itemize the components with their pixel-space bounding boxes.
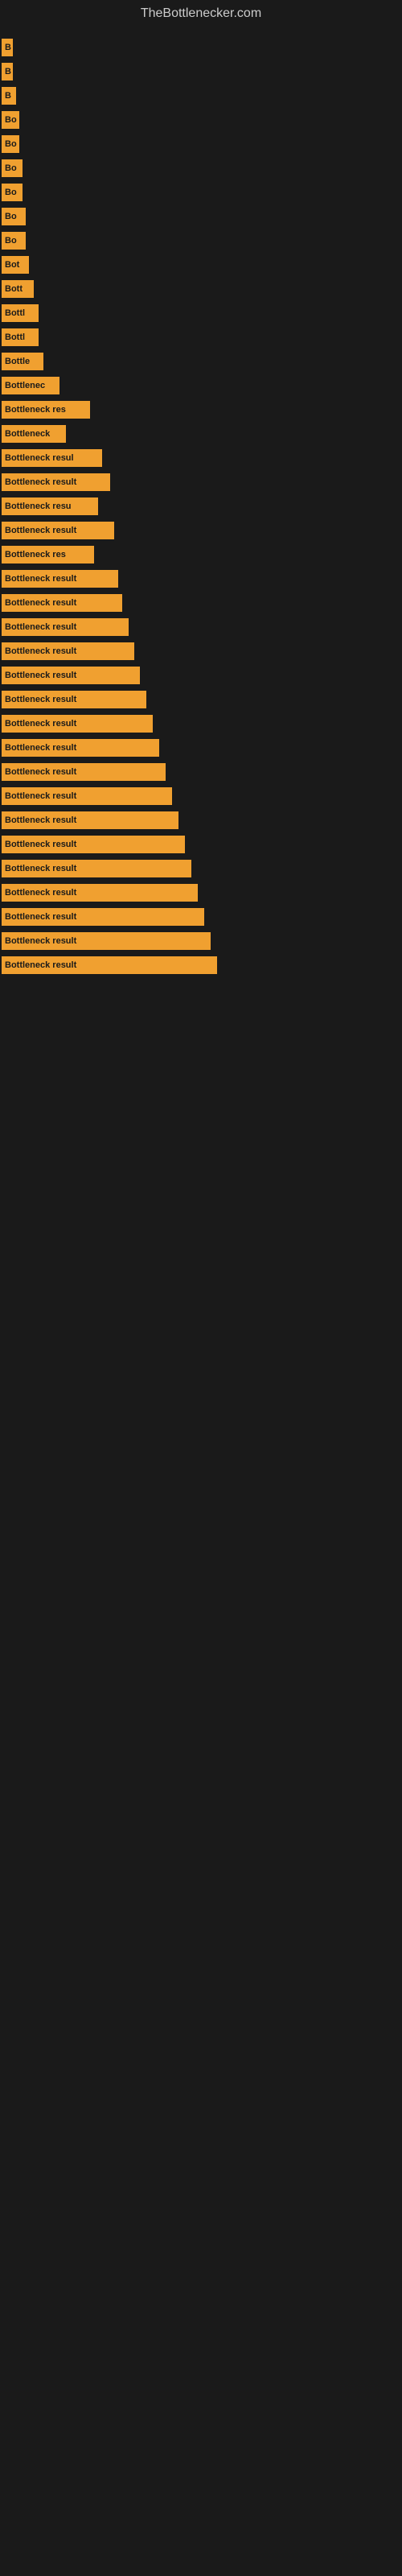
result-bar: Bottleneck result [2, 956, 217, 974]
bar-row: Bottleneck result [0, 905, 402, 929]
result-bar: Bottleneck res [2, 401, 90, 419]
result-bar: Bottleneck result [2, 836, 185, 853]
bar-row: Bot [0, 253, 402, 277]
bar-row: Bottleneck res [0, 543, 402, 567]
result-bar: B [2, 63, 13, 80]
result-bar: Bottleneck [2, 425, 66, 443]
bar-row: Bottleneck [0, 422, 402, 446]
result-bar: Bottle [2, 353, 43, 370]
bar-row: Bottleneck resul [0, 446, 402, 470]
result-bar: Bottleneck result [2, 594, 122, 612]
result-bar: Bottleneck result [2, 787, 172, 805]
result-bar: Bo [2, 208, 26, 225]
bar-row: Bottleneck result [0, 567, 402, 591]
bar-row: Bottleneck result [0, 929, 402, 953]
bar-row: Bo [0, 180, 402, 204]
bar-row: Bottleneck result [0, 712, 402, 736]
bar-row: Bottleneck res [0, 398, 402, 422]
bar-row: Bottleneck result [0, 857, 402, 881]
result-bar: Bo [2, 159, 23, 177]
bar-row: Bottleneck result [0, 663, 402, 687]
bar-row: Bottleneck result [0, 832, 402, 857]
result-bar: Bottleneck result [2, 908, 204, 926]
bar-row: Bottl [0, 325, 402, 349]
result-bar: Bottleneck resu [2, 497, 98, 515]
result-bar: B [2, 39, 13, 56]
bar-row: Bottleneck result [0, 784, 402, 808]
bar-row: Bottleneck result [0, 687, 402, 712]
result-bar: Bottleneck result [2, 811, 178, 829]
bar-row: B [0, 84, 402, 108]
bar-row: Bottleneck result [0, 470, 402, 494]
bar-row: Bo [0, 156, 402, 180]
bar-row: B [0, 35, 402, 60]
result-bar: Bo [2, 184, 23, 201]
bar-row: Bottleneck result [0, 953, 402, 977]
result-bar: Bottleneck result [2, 884, 198, 902]
result-bar: Bottleneck result [2, 691, 146, 708]
bar-row: Bottl [0, 301, 402, 325]
result-bar: Bottleneck resul [2, 449, 102, 467]
bar-row: Bottle [0, 349, 402, 374]
result-bar: Bottleneck result [2, 715, 153, 733]
result-bar: Bot [2, 256, 29, 274]
result-bar: Bottleneck result [2, 473, 110, 491]
bar-row: Bottleneck result [0, 518, 402, 543]
bar-row: Bottleneck result [0, 615, 402, 639]
bar-row: Bottleneck result [0, 591, 402, 615]
result-bar: Bo [2, 135, 19, 153]
result-bar: Bottleneck result [2, 763, 166, 781]
result-bar: Bo [2, 232, 26, 250]
result-bar: Bottleneck result [2, 739, 159, 757]
bar-row: Bottleneck result [0, 639, 402, 663]
bar-row: Bott [0, 277, 402, 301]
bar-row: Bo [0, 132, 402, 156]
bar-row: Bo [0, 229, 402, 253]
bar-row: Bottleneck result [0, 760, 402, 784]
result-bar: Bott [2, 280, 34, 298]
bar-row: Bo [0, 108, 402, 132]
result-bar: B [2, 87, 16, 105]
bar-row: Bottleneck result [0, 808, 402, 832]
result-bar: Bottleneck result [2, 860, 191, 877]
result-bar: Bottleneck result [2, 642, 134, 660]
bar-row: Bo [0, 204, 402, 229]
result-bar: Bottleneck result [2, 667, 140, 684]
result-bar: Bo [2, 111, 19, 129]
result-bar: Bottleneck result [2, 618, 129, 636]
result-bar: Bottleneck res [2, 546, 94, 564]
result-bar: Bottl [2, 328, 39, 346]
bars-container: BBBBoBoBoBoBoBoBotBottBottlBottlBottleBo… [0, 27, 402, 985]
bar-row: Bottleneck result [0, 881, 402, 905]
result-bar: Bottleneck result [2, 522, 114, 539]
result-bar: Bottlenec [2, 377, 59, 394]
result-bar: Bottleneck result [2, 570, 118, 588]
bar-row: Bottleneck result [0, 736, 402, 760]
result-bar: Bottleneck result [2, 932, 211, 950]
site-title-text: TheBottlenecker.com [0, 0, 402, 27]
bar-row: Bottleneck resu [0, 494, 402, 518]
result-bar: Bottl [2, 304, 39, 322]
bar-row: B [0, 60, 402, 84]
bar-row: Bottlenec [0, 374, 402, 398]
